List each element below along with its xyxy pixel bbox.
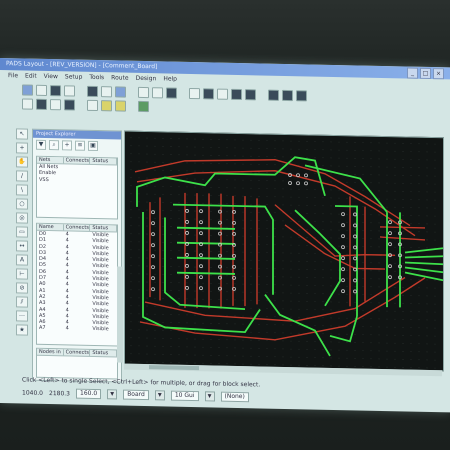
layer-icon[interactable] [189, 87, 200, 99]
layer-select[interactable]: 10 Gui [170, 390, 199, 402]
split-icon[interactable]: ⫽ [16, 296, 28, 308]
col-status[interactable]: Status [90, 157, 118, 165]
menu-item-view[interactable]: View [44, 72, 58, 82]
maximize-icon[interactable]: □ [420, 67, 431, 80]
text-tool-icon[interactable]: A [16, 254, 28, 266]
menu-item-setup[interactable]: Setup [65, 72, 82, 82]
pcb-drawing [125, 131, 444, 371]
properties-icon[interactable]: ≡ [75, 140, 85, 151]
wire-icon[interactable]: / [16, 170, 28, 182]
menu-item-route[interactable]: Route [111, 73, 128, 83]
keepout-icon[interactable]: ⊘ [16, 282, 28, 294]
line-icon[interactable] [22, 97, 33, 110]
col-status[interactable]: Status [90, 224, 118, 232]
dimension-icon[interactable]: ⊢ [16, 268, 28, 280]
application-window: PADS Layout - [REV_VERSION] - [Comment_B… [0, 58, 450, 413]
pan-icon[interactable]: ✋ [16, 156, 28, 168]
col-connects[interactable]: Connects [63, 157, 91, 164]
col-nodes[interactable]: Nodes in [37, 348, 64, 356]
window-title: PADS Layout - [REV_VERSION] - [Comment_B… [6, 60, 158, 71]
component-icon[interactable] [268, 89, 279, 101]
nets-table: Nets Connects Status All Nets Enable VSS [36, 155, 118, 220]
menu-item-tools[interactable]: Tools [89, 73, 104, 83]
nodes-table: Nodes in Connects Status [36, 347, 118, 380]
undo-icon[interactable] [138, 86, 149, 98]
chevron-down-icon[interactable]: ▼ [204, 391, 215, 402]
save-icon[interactable] [50, 84, 61, 96]
trace-icon[interactable]: \ [16, 184, 28, 196]
expand-icon[interactable]: + [62, 140, 72, 151]
scroll-thumb[interactable] [149, 365, 199, 371]
bottom-layer-trace [177, 256, 235, 260]
pointer-icon[interactable]: ↖ [16, 128, 28, 140]
col-connects[interactable]: Connects [63, 349, 91, 356]
filter-icon[interactable]: ▼ [36, 139, 46, 150]
left-toolbox: ↖ + ✋ / \ ○ ◎ ▭ ↔ A ⊢ ⊘ ⫽ ⋯ ★ [16, 128, 28, 336]
net-list-table: Name Connects Status D0 4 Visible D1 4 Visibl… [36, 222, 118, 347]
via-tool-icon[interactable]: ◎ [16, 212, 28, 224]
menu-item-design[interactable]: Design [136, 74, 157, 84]
drc-icon[interactable] [231, 88, 242, 100]
copy-icon[interactable] [101, 85, 112, 97]
panel-scrollbar[interactable] [117, 266, 123, 363]
select-icon[interactable] [203, 87, 214, 99]
menu-item-file[interactable]: File [8, 71, 18, 81]
table-row[interactable]: VSS [37, 176, 117, 184]
polygon-icon[interactable]: ▭ [16, 226, 28, 238]
col-connects[interactable]: Connects [63, 224, 91, 231]
move-icon[interactable] [87, 99, 98, 111]
zoom-in-icon[interactable]: + [16, 142, 28, 154]
chevron-down-icon[interactable]: ▼ [107, 389, 118, 400]
open-icon[interactable] [36, 84, 47, 96]
arc-icon[interactable] [36, 98, 47, 110]
flip-icon[interactable] [115, 99, 126, 112]
grid-icon[interactable] [138, 100, 149, 112]
rect-icon[interactable] [64, 98, 75, 111]
coord-y: 2180.3 [49, 389, 70, 397]
pcb-canvas[interactable] [124, 130, 444, 372]
measure-icon[interactable]: ↔ [16, 240, 28, 252]
grid-select[interactable]: Board [123, 389, 149, 401]
close-icon[interactable]: × [433, 68, 444, 80]
minimize-icon[interactable]: _ [407, 67, 418, 79]
print-icon[interactable] [64, 84, 75, 97]
search-icon[interactable]: ⌕ [49, 140, 59, 151]
mode-select[interactable]: (None) [220, 391, 249, 403]
pin-icon[interactable]: ▣ [88, 140, 98, 152]
chevron-down-icon[interactable]: ▼ [154, 390, 165, 401]
bottom-layer-trace [177, 271, 235, 275]
highlight-icon[interactable]: ★ [16, 324, 28, 336]
paste-icon[interactable] [115, 85, 126, 98]
net-icon[interactable]: ⋯ [16, 310, 28, 322]
text-icon[interactable] [296, 89, 307, 101]
table-row[interactable]: A7 4 Visible [37, 325, 117, 333]
pour-icon[interactable] [245, 88, 256, 100]
col-name[interactable]: Name [37, 223, 64, 231]
rotate-icon[interactable] [101, 99, 112, 111]
zoom-icon[interactable] [166, 86, 177, 99]
menu-item-edit[interactable]: Edit [25, 72, 37, 82]
via-icon[interactable] [282, 89, 293, 101]
pad-icon[interactable]: ○ [16, 198, 28, 210]
panel-icons: ▼ ⌕ + ≡ ▣ [33, 138, 121, 154]
new-icon[interactable] [22, 83, 33, 96]
width-field[interactable]: 160.0 [76, 388, 102, 400]
col-nets[interactable]: Nets [37, 156, 64, 164]
menu-item-help[interactable]: Help [163, 74, 177, 84]
project-explorer-panel: Project Explorer ▼ ⌕ + ≡ ▣ Nets Connects… [32, 128, 122, 383]
redo-icon[interactable] [152, 86, 163, 98]
net-rows: D0 4 Visible D1 4 Visible D2 4 Visible D3 4 Visible… [37, 231, 117, 333]
col-status[interactable]: Status [90, 349, 118, 357]
window-controls: _ □ × [407, 67, 444, 80]
coord-x: 1040.0 [22, 388, 43, 397]
bottom-layer-trace [177, 226, 235, 230]
nodes-table-header: Nodes in Connects Status [37, 348, 118, 358]
circle-icon[interactable] [50, 98, 61, 110]
cut-icon[interactable] [87, 85, 98, 97]
route-icon[interactable] [217, 88, 228, 100]
